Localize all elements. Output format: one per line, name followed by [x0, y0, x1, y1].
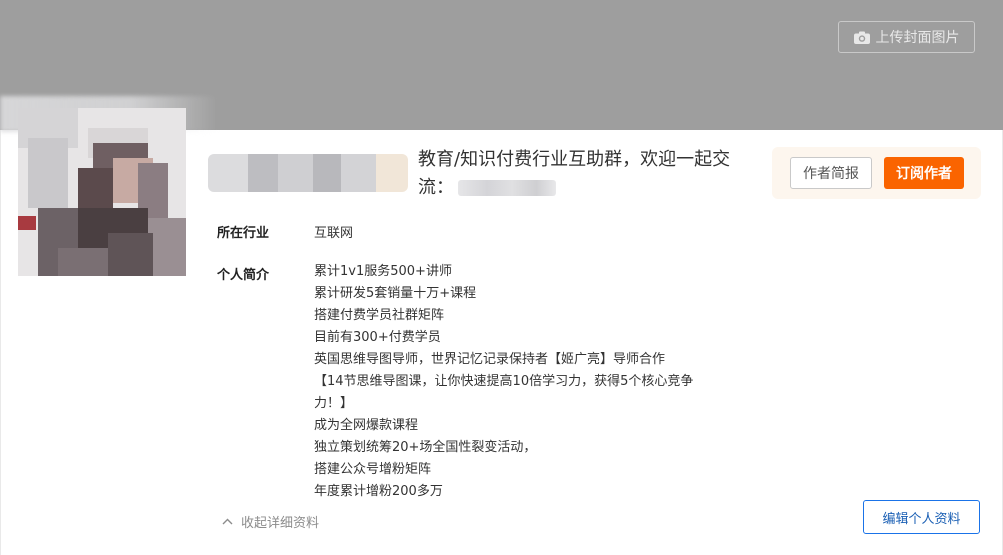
intro-line: 搭建付费学员社群矩阵	[314, 308, 445, 323]
intro-line: 目前有300+付费学员	[314, 330, 441, 345]
intro-text: 累计1v1服务500+讲师 累计研发5套销量十万+课程 搭建付费学员社群矩阵 目…	[314, 261, 734, 503]
headline-text-2: 流：	[418, 177, 454, 198]
collapse-details-label: 收起详细资料	[241, 516, 320, 531]
chevron-up-icon	[222, 518, 233, 525]
contact-redacted	[458, 180, 556, 196]
edit-profile-button[interactable]: 编辑个人资料	[863, 500, 980, 534]
intro-label: 个人简介	[217, 268, 270, 283]
headline-text: 教育/知识付费行业互助群，欢迎一起交	[418, 149, 731, 170]
intro-line: 搭建公众号增粉矩阵	[314, 462, 432, 477]
industry-label: 所在行业	[217, 226, 270, 241]
subscribe-author-button[interactable]: 订阅作者	[884, 157, 964, 189]
intro-line: 独立策划统筹20+场全国性裂变活动，	[314, 440, 537, 455]
author-name-redacted	[208, 154, 408, 192]
camera-icon	[853, 31, 870, 44]
avatar	[18, 108, 186, 276]
intro-line: 累计研发5套销量十万+课程	[314, 286, 477, 301]
intro-line: 力！】	[314, 396, 354, 411]
upload-cover-label: 上传封面图片	[875, 30, 960, 46]
author-brief-button[interactable]: 作者简报	[790, 157, 872, 189]
intro-line: 成为全网爆款课程	[314, 418, 419, 433]
collapse-details-toggle[interactable]: 收起详细资料	[222, 512, 319, 531]
industry-value: 互联网	[314, 226, 354, 241]
intro-line: 【14节思维导图课，让你快速提高10倍学习力，获得5个核心竞争	[314, 374, 694, 389]
intro-line: 英国思维导图导师，世界记忆记录保持者【姬广亮】导师合作	[314, 352, 666, 367]
upload-cover-button[interactable]: 上传封面图片	[838, 21, 975, 53]
intro-line: 累计1v1服务500+讲师	[314, 264, 452, 279]
intro-line: 年度累计增粉200多万	[314, 484, 443, 499]
profile-headline: 教育/知识付费行业互助群，欢迎一起交 流：	[418, 146, 748, 202]
